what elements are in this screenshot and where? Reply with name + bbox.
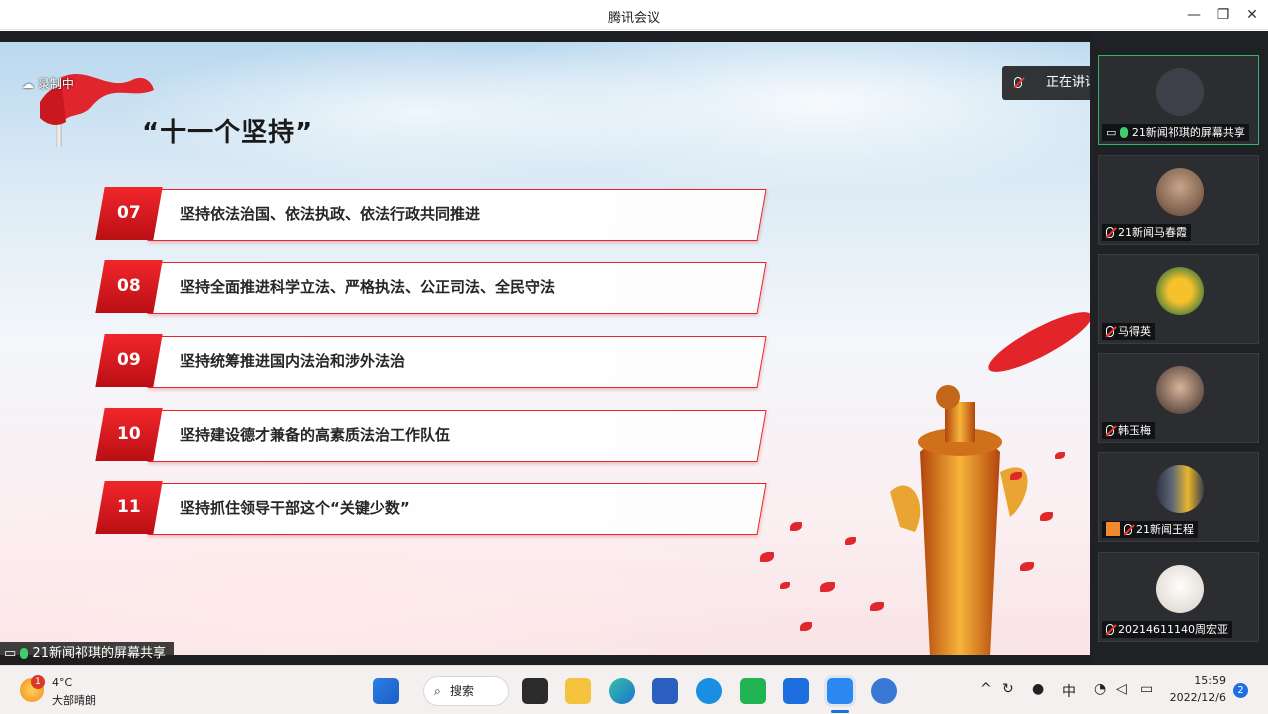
screen-share-icon: ▭	[1106, 126, 1120, 139]
huabiao-pillar-decoration	[890, 312, 1090, 655]
edge-browser-icon[interactable]	[609, 678, 635, 704]
chevron-up-icon[interactable]: ^	[980, 681, 992, 697]
item-text: 坚持统筹推进国内法治和涉外法治	[180, 352, 406, 370]
item-number: 09	[117, 350, 141, 370]
avatar	[1156, 366, 1204, 414]
item-number: 11	[117, 497, 141, 517]
minimize-button[interactable]: —	[1181, 4, 1207, 26]
wifi-icon[interactable]: ◔	[1094, 681, 1106, 697]
mic-muted-icon	[1106, 425, 1114, 436]
search-label: 搜索	[450, 684, 475, 698]
host-icon	[1106, 522, 1120, 536]
mic-muted-icon	[1124, 524, 1132, 535]
restore-button[interactable]: ❐	[1210, 4, 1236, 26]
ie-browser-icon[interactable]	[696, 678, 722, 704]
slide-title: “十一个坚持”	[142, 118, 314, 148]
participants-sidebar: ▭ 21新闻祁琪的屏幕共享 21新闻马春霞 马得英 韩玉梅 21新闻王程 202…	[1090, 31, 1268, 665]
mic-muted-icon	[1106, 326, 1114, 337]
item-text: 坚持建设德才兼备的高素质法治工作队伍	[180, 426, 451, 444]
slide-item-07: 07 坚持依法治国、依法执政、依法行政共同推进	[92, 187, 772, 243]
avatar	[1156, 565, 1204, 613]
avatar	[1156, 168, 1204, 216]
participant-tile[interactable]: 20214611140周宏亚	[1098, 552, 1259, 642]
item-text: 坚持抓住领导干部这个“关键少数”	[180, 499, 410, 517]
volume-icon[interactable]: ◁	[1116, 681, 1127, 697]
avatar	[1156, 68, 1204, 116]
participant-tile[interactable]: 韩玉梅	[1098, 353, 1259, 443]
participant-tile[interactable]: 马得英	[1098, 254, 1259, 344]
participant-tile[interactable]: 21新闻马春霞	[1098, 155, 1259, 245]
blue-app-icon[interactable]	[783, 678, 809, 704]
participant-name: 21新闻马春霞	[1118, 226, 1187, 239]
microsoft-store-icon[interactable]	[652, 678, 678, 704]
microphone-icon[interactable]: ●	[1032, 681, 1044, 697]
windows-start-icon[interactable]	[373, 678, 399, 704]
participant-name: 马得英	[1118, 325, 1151, 338]
screen-share-label: ▭ 21新闻祁琪的屏幕共享	[0, 642, 174, 666]
item-number: 10	[117, 424, 141, 444]
clock-date[interactable]: 2022/12/6	[1166, 691, 1226, 704]
item-number: 08	[117, 276, 141, 296]
presentation-slide: ☁ 录制中 “十一个坚持” 07 坚持依法治国、依法执政、依法行政共同推进 08…	[0, 42, 1090, 655]
slide-item-09: 09 坚持统筹推进国内法治和涉外法治	[92, 334, 772, 390]
weather-badge: 1	[31, 675, 45, 689]
slide-item-08: 08 坚持全面推进科学立法、严格执法、公正司法、全民守法	[92, 260, 772, 316]
sync-icon[interactable]: ↻	[1002, 681, 1014, 697]
close-button[interactable]: ✕	[1239, 4, 1265, 26]
windows-taskbar: 1 4°C 大部晴朗 ⌕ 搜索 ^ ↻ ● 中 ◔ ◁ ▭ 15:59 2022…	[0, 665, 1268, 714]
notification-badge[interactable]: 2	[1233, 683, 1248, 698]
share-label-text: 21新闻祁琪的屏幕共享	[32, 646, 166, 661]
mic-on-icon	[1119, 127, 1128, 138]
window-titlebar: 腾讯会议 — ❐ ✕	[0, 0, 1268, 30]
weather-desc: 大部晴朗	[52, 694, 96, 707]
avatar	[1156, 267, 1204, 315]
tencent-meeting-icon[interactable]	[827, 678, 853, 704]
file-explorer-icon[interactable]	[565, 678, 591, 704]
recording-label: 录制中	[37, 77, 74, 91]
item-text: 坚持全面推进科学立法、严格执法、公正司法、全民守法	[180, 278, 556, 296]
task-view-icon[interactable]	[522, 678, 548, 704]
green-app-icon[interactable]	[740, 678, 766, 704]
ime-indicator[interactable]: 中	[1062, 681, 1076, 701]
mic-muted-icon	[1106, 624, 1114, 635]
search-icon: ⌕	[434, 684, 441, 698]
participant-name: 21新闻祁琪的屏幕共享	[1131, 126, 1245, 139]
mic-on-icon	[20, 648, 29, 659]
window-title: 腾讯会议	[607, 11, 660, 26]
participant-name: 21新闻王程	[1136, 523, 1194, 536]
mic-muted-icon	[1014, 77, 1022, 88]
recording-indicator: ☁ 录制中	[22, 77, 74, 91]
slide-item-10: 10 坚持建设德才兼备的高素质法治工作队伍	[92, 408, 772, 464]
item-number: 07	[117, 203, 141, 223]
avatar	[1156, 465, 1204, 513]
taskbar-search[interactable]: ⌕ 搜索	[423, 676, 509, 706]
clock-time[interactable]: 15:59	[1174, 674, 1226, 687]
red-flag-decoration	[40, 73, 154, 125]
active-app-indicator	[831, 710, 849, 713]
participant-tile[interactable]: ▭ 21新闻祁琪的屏幕共享	[1098, 55, 1259, 145]
participant-name: 韩玉梅	[1118, 424, 1151, 437]
item-text: 坚持依法治国、依法执政、依法行政共同推进	[180, 205, 481, 223]
weather-temp: 4°C	[52, 676, 73, 689]
slide-item-11: 11 坚持抓住领导干部这个“关键少数”	[92, 481, 772, 537]
fn-app-icon[interactable]	[871, 678, 897, 704]
participant-tile[interactable]: 21新闻王程	[1098, 452, 1259, 542]
participant-name: 20214611140周宏亚	[1118, 623, 1228, 636]
shared-screen-area: ☁ 录制中 “十一个坚持” 07 坚持依法治国、依法执政、依法行政共同推进 08…	[0, 31, 1090, 666]
mic-muted-icon	[1106, 227, 1114, 238]
battery-icon[interactable]: ▭	[1140, 681, 1153, 697]
